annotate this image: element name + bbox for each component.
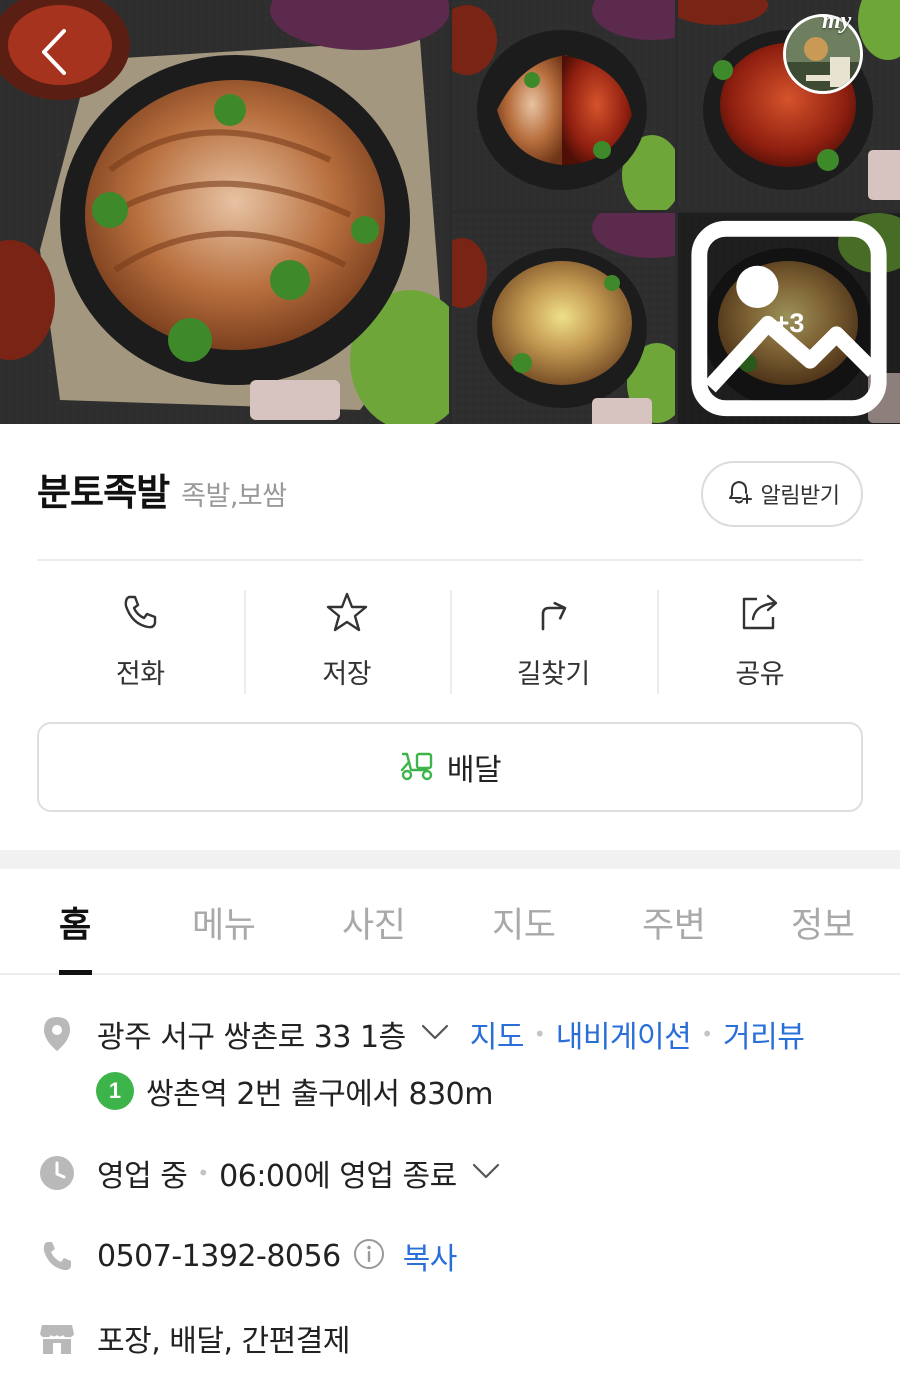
address-expand-button[interactable] [420,1023,450,1045]
more-photos-overlay[interactable]: +3 [678,213,900,424]
action-bar: 전화 저장 길찾기 공유 [37,588,863,694]
services-row: 포장, 배달, 간편결제 [37,1316,350,1360]
divider [37,559,863,561]
tab-nearby[interactable]: 주변 [642,897,706,948]
separator-dot: • [533,1022,546,1046]
directions-label: 길찾기 [516,659,591,690]
call-button[interactable]: 전화 [37,588,244,694]
section-divider [0,850,900,869]
food-photo-4[interactable] [452,213,675,424]
subway-distance-text: 쌍촌역 2번 출구에서 830m [146,1077,493,1112]
phone-row: 0507-1392-8056 복사 [37,1234,457,1278]
tab-info[interactable]: 정보 [791,897,855,948]
address-row: 광주 서구 쌍촌로 33 1층 지도 • 내비게이션 • 거리뷰 [37,1012,805,1056]
back-button[interactable] [28,26,78,82]
save-button[interactable]: 저장 [243,588,451,694]
food-photo-2[interactable] [452,0,675,210]
bell-plus-icon [725,478,753,510]
tab-map[interactable]: 지도 [492,897,556,948]
notify-label: 알림받기 [760,484,840,509]
hours-expand-button[interactable] [471,1162,501,1184]
address-text: 광주 서구 쌍촌로 33 1층 [97,1020,406,1055]
open-status: 영업 중 [97,1159,188,1194]
place-title-row: 분토족발 족발,보쌈 [37,462,287,522]
tab-menu[interactable]: 메뉴 [192,897,256,948]
subway-line-badge: 1 [96,1072,134,1110]
food-photo-5[interactable]: +3 [678,213,900,424]
share-label: 공유 [735,659,785,690]
phone-icon [37,1236,77,1276]
store-icon [37,1318,77,1358]
chevron-down-icon [471,1162,501,1184]
active-tab-indicator [59,970,92,975]
tab-photos[interactable]: 사진 [342,897,406,948]
separator-dot: • [701,1022,714,1046]
photo-gallery: +3 my [0,0,900,424]
phone-number: 0507-1392-8056 [97,1238,341,1274]
map-link[interactable]: 지도 [470,1012,525,1056]
delivery-button[interactable]: 배달 [37,722,863,812]
navigation-link[interactable]: 내비게이션 [556,1012,692,1056]
tab-home[interactable]: 홈 [59,897,91,948]
directions-icon [531,590,575,634]
save-label: 저장 [322,659,372,690]
copy-phone-button[interactable]: 복사 [403,1234,458,1278]
clock-icon [37,1153,77,1193]
phone-info-button[interactable] [353,1238,385,1274]
share-button[interactable]: 공유 [656,588,864,694]
services-text: 포장, 배달, 간편결제 [97,1324,350,1359]
location-pin-icon [37,1014,77,1054]
subway-row: 1 쌍촌역 2번 출구에서 830m [96,1069,493,1113]
notify-button[interactable]: 알림받기 [701,461,863,527]
phone-icon [118,590,162,634]
hours-detail: 06:00에 영업 종료 [219,1159,457,1194]
star-icon [325,590,369,634]
delivery-scooter-icon [399,748,435,786]
share-icon [738,590,782,634]
directions-button[interactable]: 길찾기 [450,588,657,694]
hours-row: 영업 중 • 06:00에 영업 종료 [37,1151,501,1195]
chevron-down-icon [420,1023,450,1045]
my-badge: my [822,8,852,34]
place-name: 분토족발 [37,471,170,514]
chevron-left-icon [38,27,68,81]
separator-dot: • [197,1161,210,1185]
call-label: 전화 [115,659,165,690]
info-circle-icon [353,1238,385,1274]
place-category: 족발,보쌈 [181,481,287,512]
tab-bar: 홈 메뉴 사진 지도 주변 정보 [0,869,900,975]
delivery-label: 배달 [446,753,502,788]
street-view-link[interactable]: 거리뷰 [723,1012,805,1056]
